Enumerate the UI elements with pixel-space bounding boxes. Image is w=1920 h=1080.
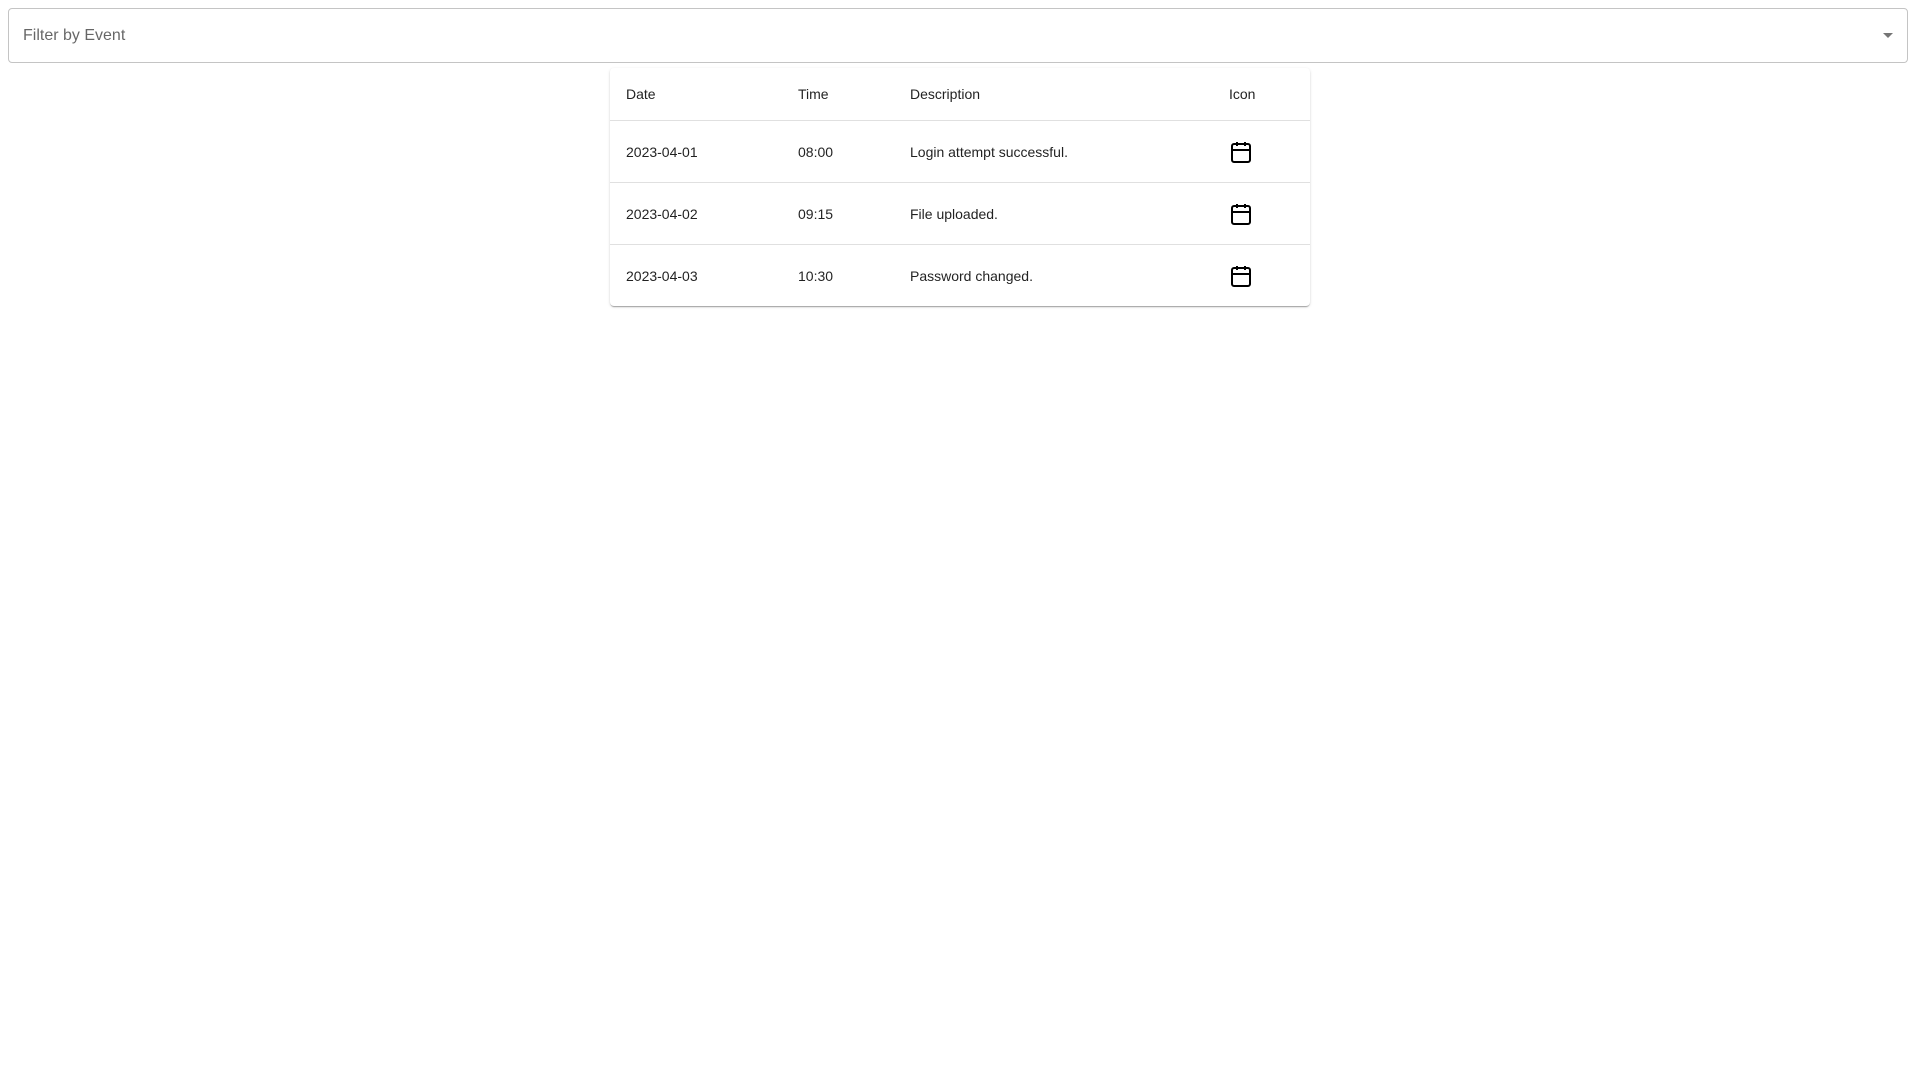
header-date: Date (610, 68, 782, 121)
cell-time: 08:00 (782, 120, 894, 183)
cell-time: 10:30 (798, 267, 834, 284)
cell-date: 2023-04-02 (610, 182, 782, 245)
calendar-icon (1231, 141, 1251, 163)
caret-down-icon[interactable] (1883, 33, 1893, 38)
table-row: 2023-04-01 08:00 Login attempt successfu… (610, 120, 1310, 183)
cell-description: Login attempt successful. (894, 120, 1213, 183)
table-row: 2023-04-02 09:15 File uploaded. (610, 182, 1310, 245)
events-table-card: Date Time Description Icon 2023-04-01 08… (610, 68, 1310, 306)
cell-icon (1213, 245, 1310, 307)
cell-date: 2023-04-01 (610, 120, 782, 183)
cell-icon (1213, 182, 1310, 245)
cell-icon (1213, 120, 1310, 183)
table-header-row: Date Time Description Icon (610, 68, 1310, 121)
header-icon: Icon (1213, 68, 1310, 121)
header-time: Time (782, 68, 894, 121)
calendar-icon (1231, 265, 1251, 287)
cell-time: 09:15 (782, 182, 894, 245)
header-description: Description (894, 68, 1213, 121)
cell-date: 2023-04-03 (626, 267, 698, 284)
filter-placeholder: Filter by Event (23, 26, 126, 44)
cell-description: File uploaded. (894, 182, 1213, 245)
table-row: 2023-04-03 10:30 Password changed. (610, 245, 1310, 307)
events-table: Date Time Description Icon 2023-04-01 08… (610, 68, 1310, 306)
cell-description: Password changed. (910, 267, 1033, 284)
calendar-icon (1231, 203, 1251, 225)
filter-by-event-select[interactable]: Filter by Event (8, 8, 1908, 63)
